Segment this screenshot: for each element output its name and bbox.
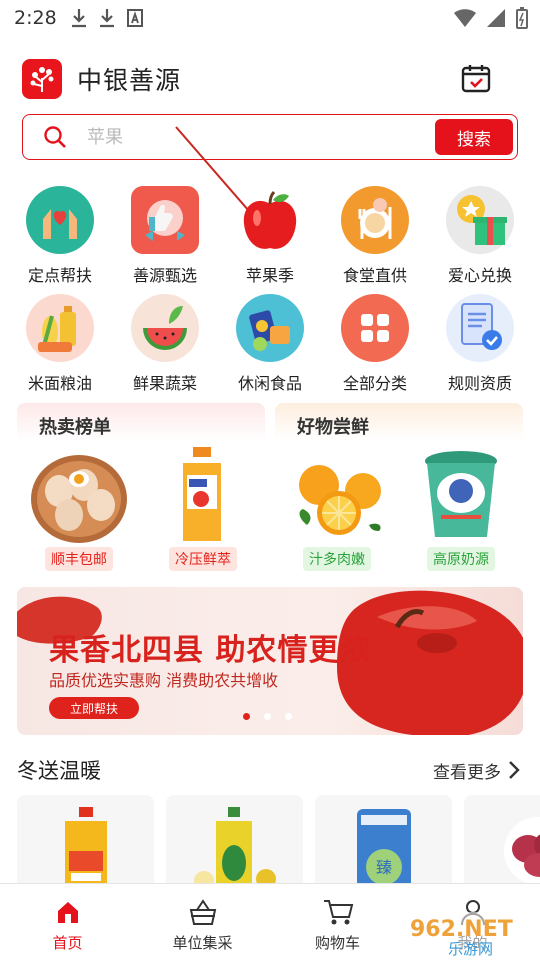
carousel-dot[interactable] xyxy=(285,713,292,720)
category-grain-oil[interactable]: 米面粮油 xyxy=(8,290,112,398)
meat-image xyxy=(503,817,540,885)
rice-bag-image: 臻 xyxy=(356,809,411,885)
tree-logo xyxy=(22,59,62,99)
promo-item-oranges[interactable]: 汁多肉嫩 xyxy=(282,445,392,571)
category-apple[interactable]: 苹果季 xyxy=(218,182,322,290)
signal-icon xyxy=(487,9,505,27)
site-watermark: 962.NET 乐游网 xyxy=(400,912,532,958)
promo-banner[interactable]: 果香北四县 助农情更浓 品质优选实惠购 消费助农共增收 立即帮扶 xyxy=(17,587,523,735)
oranges-image xyxy=(299,465,381,535)
new-taste-card[interactable]: 好物尝鲜 汁多肉嫩 高原奶源 xyxy=(275,403,523,575)
chevron-right-icon[interactable] xyxy=(505,760,523,780)
wifi-icon xyxy=(454,9,476,27)
calendar-check-icon[interactable] xyxy=(460,62,492,94)
category-helping[interactable]: 定点帮扶 xyxy=(8,182,112,290)
search-input[interactable] xyxy=(87,126,387,148)
carousel-dots xyxy=(243,713,292,720)
juice-bottle-image xyxy=(183,447,221,541)
view-more-link[interactable]: 查看更多 xyxy=(433,758,501,783)
promo-item-juice[interactable]: 冷压鲜萃 xyxy=(148,445,258,571)
tab-home[interactable]: 首页 xyxy=(0,884,135,960)
gift-icon xyxy=(446,186,514,254)
product-card[interactable] xyxy=(17,795,154,885)
hot-list-card[interactable]: 热卖榜单 顺丰包邮 冷压鲜萃 xyxy=(17,403,265,575)
product-card[interactable] xyxy=(166,795,303,885)
category-selection[interactable]: 善源甄选 xyxy=(113,182,217,290)
search-bar: 搜索 xyxy=(22,114,518,160)
status-time: 2:28 xyxy=(14,7,57,29)
apple-icon xyxy=(236,186,304,254)
basket-icon xyxy=(189,899,216,925)
search-icon xyxy=(44,126,66,148)
category-canteen[interactable]: 食堂直供 xyxy=(323,182,427,290)
snacks-icon xyxy=(236,294,304,362)
grain-oil-icon xyxy=(26,294,94,362)
cart-icon xyxy=(323,900,353,925)
category-exchange[interactable]: 爱心兑换 xyxy=(428,182,532,290)
document-check-icon xyxy=(446,294,514,362)
product-card[interactable] xyxy=(464,795,540,885)
search-button[interactable]: 搜索 xyxy=(435,119,513,155)
tab-cart[interactable]: 购物车 xyxy=(270,884,405,960)
tab-group-purchase[interactable]: 单位集采 xyxy=(135,884,270,960)
helping-hands-icon xyxy=(26,186,94,254)
category-all[interactable]: 全部分类 xyxy=(323,290,427,398)
promo-item-eggs[interactable]: 顺丰包邮 xyxy=(24,445,134,571)
home-icon xyxy=(57,902,78,923)
promo-tag: 汁多肉嫩 xyxy=(303,547,371,571)
app-title: 中银善源 xyxy=(77,66,182,95)
carousel-dot[interactable] xyxy=(264,713,271,720)
promo-tag: 顺丰包邮 xyxy=(45,547,113,571)
yogurt-cup-image xyxy=(425,451,497,537)
promo-item-yogurt[interactable]: 高原奶源 xyxy=(406,445,516,571)
dining-icon xyxy=(341,186,409,254)
new-taste-title: 好物尝鲜 xyxy=(297,417,369,438)
product-card[interactable]: 臻 xyxy=(315,795,452,885)
promo-tag: 高原奶源 xyxy=(427,547,495,571)
oil-bottle-image xyxy=(193,807,276,885)
download-icon xyxy=(71,9,86,28)
font-icon xyxy=(126,9,143,27)
app-header: 中银善源 xyxy=(22,58,522,100)
product-row: 臻 xyxy=(17,795,540,885)
status-bar: 2:28 xyxy=(0,0,540,36)
category-snacks[interactable]: 休闲食品 xyxy=(218,290,322,398)
banner-title: 果香北四县 助农情更浓 xyxy=(49,633,371,668)
banner-subtitle: 品质优选实惠购 消费助农共增收 xyxy=(49,671,279,690)
battery-icon xyxy=(516,7,528,29)
watermelon-icon xyxy=(131,294,199,362)
category-fruit-veg[interactable]: 鲜果蔬菜 xyxy=(113,290,217,398)
section-title: 冬送温暖 xyxy=(17,759,101,783)
svg-text:臻: 臻 xyxy=(376,858,392,877)
category-rules[interactable]: 规则资质 xyxy=(428,290,532,398)
hot-list-title: 热卖榜单 xyxy=(39,417,111,438)
carousel-dot[interactable] xyxy=(243,713,250,720)
thumbs-up-badge-icon xyxy=(131,186,199,254)
svg-text:乐游网: 乐游网 xyxy=(448,940,493,958)
category-grid: 定点帮扶 善源甄选 苹果季 食堂直供 爱心兑换 米面粮油 鲜果蔬菜 休闲食品 全… xyxy=(0,182,540,398)
oil-bottle-image xyxy=(64,807,107,885)
eggs-image xyxy=(31,455,127,543)
banner-help-button[interactable]: 立即帮扶 xyxy=(49,697,139,719)
svg-text:962.NET: 962.NET xyxy=(410,917,513,942)
download-icon xyxy=(99,9,114,28)
grid-icon xyxy=(341,294,409,362)
section-header: 冬送温暖 查看更多 xyxy=(17,755,523,785)
promo-tag: 冷压鲜萃 xyxy=(169,547,237,571)
